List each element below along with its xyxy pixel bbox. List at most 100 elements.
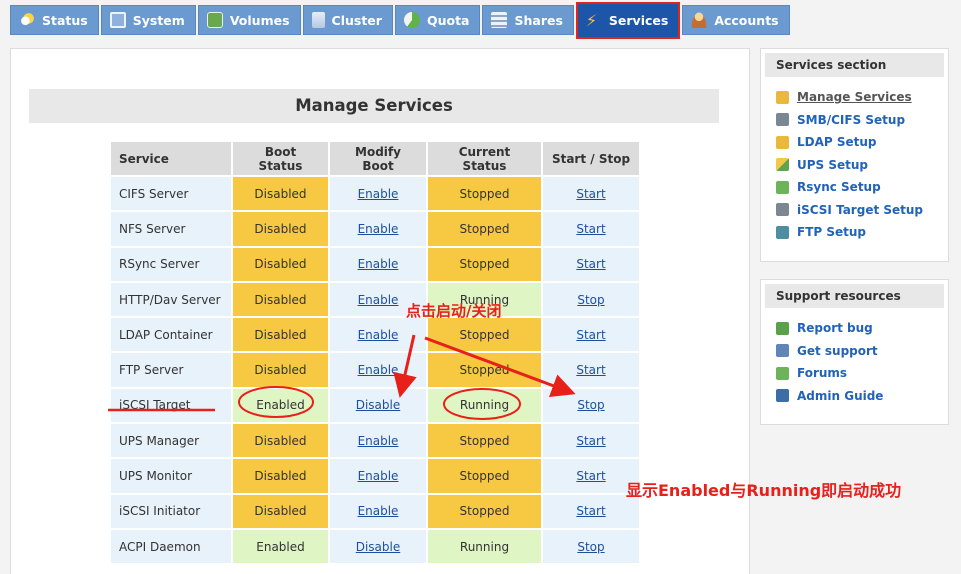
sidebar-item-get-support[interactable]: Get support [761, 340, 948, 363]
start-stop-cell: Start [543, 353, 639, 387]
col-start-stop: Start / Stop [543, 142, 639, 175]
sidebar-link[interactable]: Admin Guide [797, 389, 883, 403]
sidebar-link[interactable]: Rsync Setup [797, 180, 881, 194]
tab-label: Quota [426, 12, 470, 28]
start-stop-link[interactable]: Start [576, 328, 605, 342]
tab-quota[interactable]: Quota [394, 5, 481, 35]
modify-boot-cell: Enable [330, 212, 426, 246]
modify-boot-cell: Enable [330, 247, 426, 281]
start-stop-link[interactable]: Stop [577, 293, 604, 307]
sidebar-link[interactable]: SMB/CIFS Setup [797, 113, 905, 127]
ups-icon [776, 158, 789, 172]
start-stop-link[interactable]: Start [576, 222, 605, 236]
modify-boot-cell: Disable [330, 529, 426, 564]
modify-boot-link[interactable]: Enable [358, 222, 399, 236]
boot-status: Disabled [233, 318, 328, 352]
services-section-box: Services section Manage Services SMB/CIF… [760, 48, 949, 262]
sidebar-item-rsync[interactable]: Rsync Setup [761, 176, 948, 199]
services-table: Service Boot Status Modify Boot Current … [109, 140, 641, 565]
modify-boot-link[interactable]: Disable [356, 540, 401, 554]
tab-system[interactable]: System [100, 5, 196, 35]
support-resources-box: Support resources Report bug Get support… [760, 279, 949, 425]
sidebar-link[interactable]: Get support [797, 344, 878, 358]
sidebar-item-smb-cifs[interactable]: SMB/CIFS Setup [761, 109, 948, 132]
sidebar-link[interactable]: FTP Setup [797, 225, 866, 239]
ftp-icon [776, 225, 789, 239]
start-stop-link[interactable]: Start [576, 363, 605, 377]
sidebar-link[interactable]: Report bug [797, 321, 873, 335]
sidebar-link[interactable]: UPS Setup [797, 158, 868, 172]
boot-status: Enabled [233, 388, 328, 423]
service-name: NFS Server [111, 212, 231, 246]
sidebar-item-ups[interactable]: UPS Setup [761, 154, 948, 177]
table-row: UPS Manager Disabled Enable Stopped Start [111, 424, 639, 458]
tab-accounts[interactable]: Accounts [682, 5, 790, 35]
start-stop-link[interactable]: Start [576, 257, 605, 271]
start-stop-link[interactable]: Start [576, 504, 605, 518]
service-name: RSync Server [111, 247, 231, 281]
tab-shares[interactable]: Shares [482, 5, 574, 35]
sidebar-link[interactable]: Manage Services [797, 90, 912, 104]
start-stop-cell: Stop [543, 529, 639, 564]
current-status: Stopped [428, 318, 541, 352]
modify-boot-link[interactable]: Enable [358, 187, 399, 201]
forums-icon [776, 366, 789, 380]
start-stop-cell: Start [543, 247, 639, 281]
current-status: Stopped [428, 494, 541, 528]
ldap-icon [776, 135, 789, 149]
rsync-icon [776, 180, 789, 194]
tab-volumes[interactable]: Volumes [197, 5, 301, 35]
sidebar-item-iscsi-target[interactable]: iSCSI Target Setup [761, 199, 948, 222]
sidebar-item-admin-guide[interactable]: Admin Guide [761, 385, 948, 408]
main-tab-bar: Status System Volumes Cluster Quota Shar… [10, 2, 792, 39]
modify-boot-link[interactable]: Enable [358, 504, 399, 518]
sidebar-link[interactable]: Forums [797, 366, 847, 380]
col-current-status: Current Status [428, 142, 541, 175]
start-stop-link[interactable]: Start [576, 469, 605, 483]
start-stop-cell: Stop [543, 282, 639, 317]
accounts-icon [691, 12, 708, 28]
tab-cluster[interactable]: Cluster [302, 5, 393, 35]
sidebar-link[interactable]: iSCSI Target Setup [797, 203, 923, 217]
service-name: CIFS Server [111, 177, 231, 211]
tab-services[interactable]: ⚡ Services [575, 2, 681, 39]
modify-boot-link[interactable]: Disable [356, 398, 401, 412]
modify-boot-link[interactable]: Enable [358, 328, 399, 342]
cluster-icon [311, 12, 325, 28]
modify-boot-link[interactable]: Enable [358, 434, 399, 448]
modify-boot-link[interactable]: Enable [358, 293, 399, 307]
start-stop-cell: Start [543, 212, 639, 246]
lightning-icon: ⚡ [585, 10, 598, 30]
current-status: Stopped [428, 247, 541, 281]
sidebar-item-report-bug[interactable]: Report bug [761, 317, 948, 340]
support-icon [776, 344, 789, 358]
start-stop-cell: Start [543, 494, 639, 528]
tab-status[interactable]: Status [10, 5, 99, 35]
tab-label: Shares [514, 12, 563, 28]
sidebar-item-manage-services[interactable]: Manage Services [761, 86, 948, 109]
modify-boot-link[interactable]: Enable [358, 257, 399, 271]
start-stop-link[interactable]: Stop [577, 540, 604, 554]
system-icon [109, 12, 126, 28]
manage-services-icon [776, 90, 789, 104]
start-stop-link[interactable]: Start [576, 187, 605, 201]
sidebar-item-ftp[interactable]: FTP Setup [761, 221, 948, 244]
sidebar-item-ldap[interactable]: LDAP Setup [761, 131, 948, 154]
current-status: Running [428, 388, 541, 423]
sidebar-link[interactable]: LDAP Setup [797, 135, 877, 149]
boot-status: Disabled [233, 494, 328, 528]
bug-icon [776, 321, 789, 335]
guide-icon [776, 389, 789, 403]
sidebar-item-forums[interactable]: Forums [761, 362, 948, 385]
iscsi-icon [776, 203, 789, 217]
start-stop-link[interactable]: Stop [577, 398, 604, 412]
modify-boot-link[interactable]: Enable [358, 363, 399, 377]
service-name: UPS Monitor [111, 459, 231, 493]
table-header-row: Service Boot Status Modify Boot Current … [111, 142, 639, 175]
status-icon [19, 12, 35, 28]
quota-icon [403, 12, 420, 28]
start-stop-cell: Stop [543, 388, 639, 423]
start-stop-link[interactable]: Start [576, 434, 605, 448]
service-name: ACPI Daemon [111, 529, 231, 564]
modify-boot-link[interactable]: Enable [358, 469, 399, 483]
